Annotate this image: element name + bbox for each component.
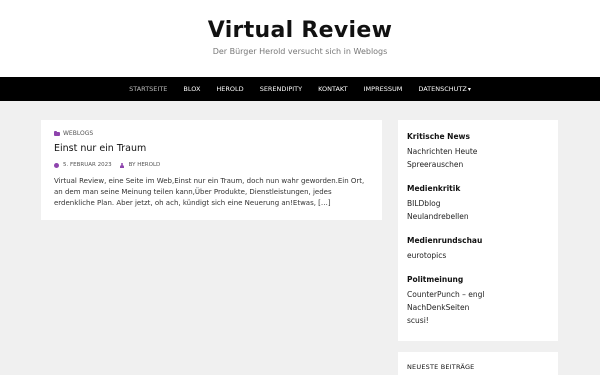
nav-item-kontakt[interactable]: Kontakt xyxy=(318,77,348,101)
post-meta: 5. Februar 2023 by Herold xyxy=(54,161,160,169)
sidebar: Kritische News Nachrichten Heute Spreera… xyxy=(398,120,558,341)
post-date[interactable]: 5. Februar 2023 xyxy=(63,161,112,169)
widget-title: Kritische News xyxy=(407,132,470,141)
post-title[interactable]: Einst nur ein Traum xyxy=(54,143,146,155)
nav-item-impressum[interactable]: Impressum xyxy=(364,77,403,101)
post-card: Weblogs Einst nur ein Traum 5. Februar 2… xyxy=(41,120,382,220)
widget-link-spreerauschen[interactable]: Spreerauschen xyxy=(407,158,477,171)
widget-kritische-news: Kritische News Nachrichten Heute Spreera… xyxy=(407,132,477,171)
post-author-prefix: by xyxy=(128,162,136,168)
main-navigation: Startseite Blox Herold Serendipity Kontakt Im… xyxy=(0,77,600,101)
site-tagline: Der Bürger Herold versucht sich in Weblo… xyxy=(212,47,388,56)
widget-link-neulandrebellen[interactable]: Neulandrebellen xyxy=(407,210,469,223)
widget-title: Medienrundschau xyxy=(407,236,483,245)
nav-item-blox[interactable]: Blox xyxy=(183,77,200,101)
nav-item-datenschutz[interactable]: Datenschutz▾ xyxy=(418,77,471,102)
nav-item-datenschutz-label: Datenschutz xyxy=(418,85,467,93)
post-author[interactable]: Herold xyxy=(137,161,160,169)
widget-link-nachdenkseiten[interactable]: NachDenkSeiten xyxy=(407,301,484,314)
widget-title: Medienkritik xyxy=(407,184,461,193)
widget-link-nachrichten-heute[interactable]: Nachrichten Heute xyxy=(407,145,477,158)
widget-medienkritik: Medienkritik BILDblog Neulandrebellen xyxy=(407,184,469,223)
widget-link-counterpunch[interactable]: CounterPunch – engl xyxy=(407,288,484,301)
widget-link-scusi[interactable]: scusi! xyxy=(407,314,484,327)
widget-link-eurotopics[interactable]: eurotopics xyxy=(407,249,482,262)
nav-menu: Startseite Blox Herold Serendipity Kontakt Im… xyxy=(0,77,600,101)
post-category-label: Weblogs xyxy=(63,130,94,137)
recent-posts-title: Neueste Beiträge xyxy=(407,363,475,371)
nav-item-serendipity[interactable]: Serendipity xyxy=(260,77,302,101)
folder-icon xyxy=(54,131,60,136)
widget-link-bildblog[interactable]: BILDblog xyxy=(407,197,469,210)
widget-title: Politmeinung xyxy=(407,275,464,284)
widget-politmeinung: Politmeinung CounterPunch – engl NachDen… xyxy=(407,275,484,327)
site-title[interactable]: Virtual Review xyxy=(0,18,600,44)
clock-icon xyxy=(54,162,59,168)
post-category[interactable]: Weblogs xyxy=(54,129,93,139)
nav-item-startseite[interactable]: Startseite xyxy=(129,77,167,101)
post-excerpt: Virtual Review, eine Seite im Web,Einst … xyxy=(54,177,365,207)
recent-posts-widget: Neueste Beiträge xyxy=(398,352,558,375)
widget-medienrundschau: Medienrundschau eurotopics xyxy=(407,236,482,262)
user-icon xyxy=(120,162,125,168)
site-header: Virtual Review Der Bürger Herold versuch… xyxy=(0,0,600,77)
nav-item-herold[interactable]: Herold xyxy=(216,77,243,101)
chevron-down-icon: ▾ xyxy=(467,86,471,93)
